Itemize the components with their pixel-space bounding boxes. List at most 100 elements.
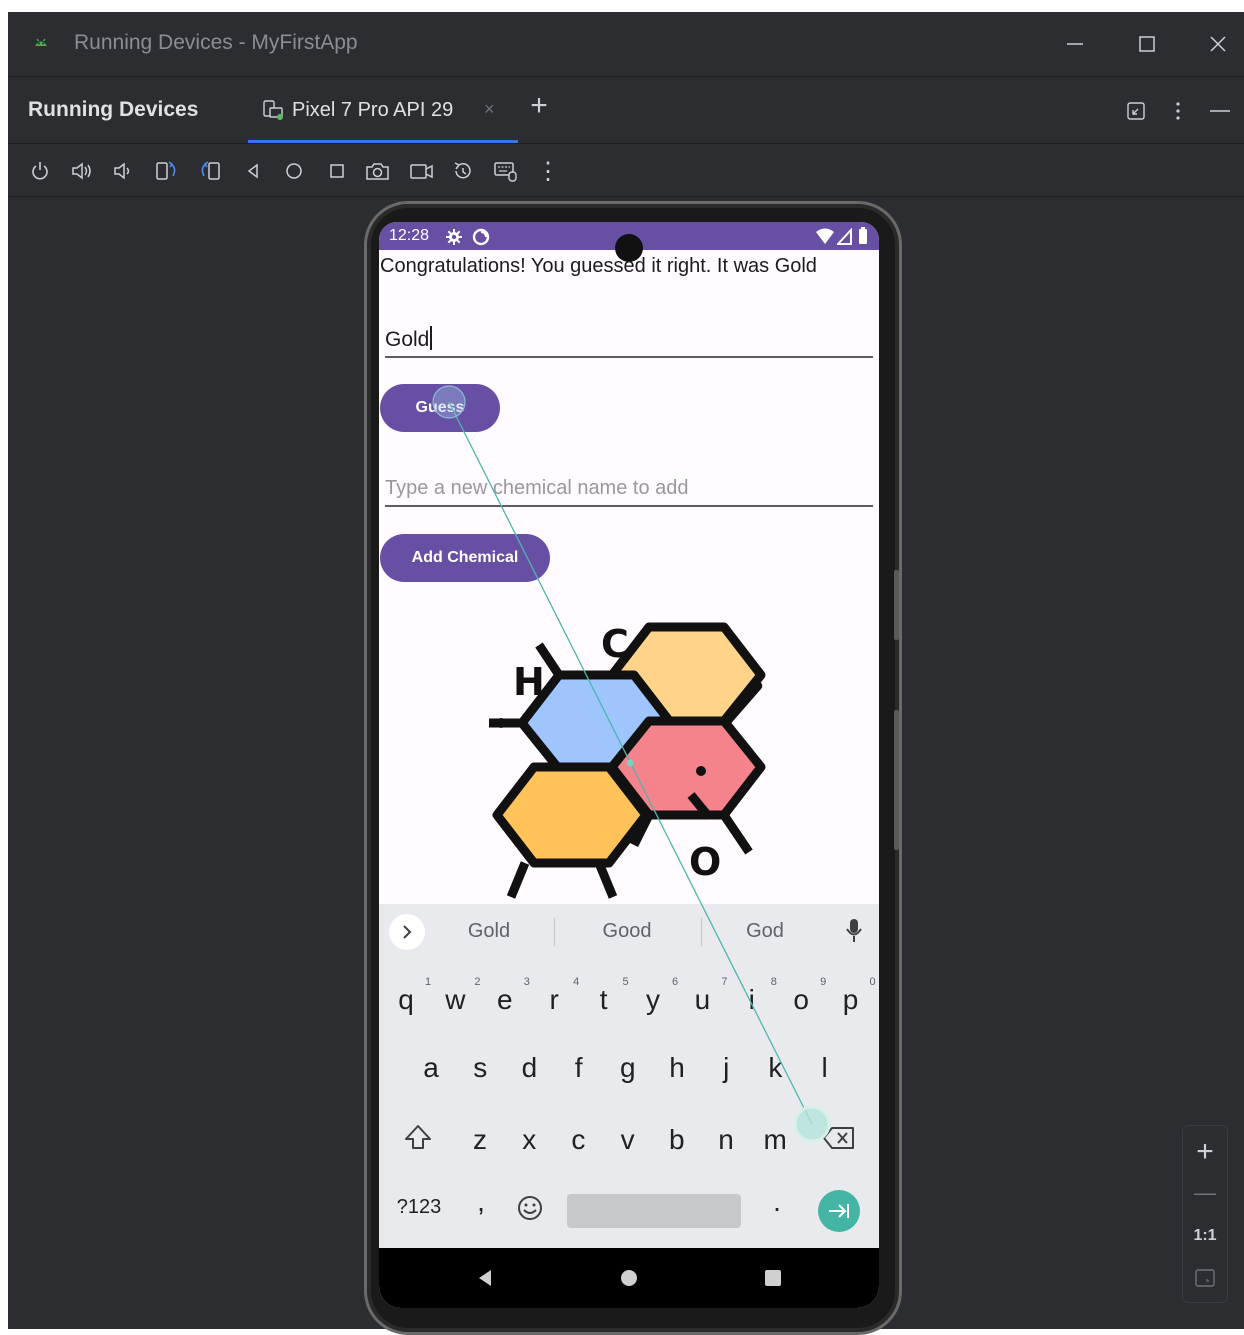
- back-button[interactable]: [239, 157, 267, 185]
- fit-screen-button[interactable]: [1183, 1260, 1227, 1296]
- signal-icon: [837, 228, 852, 245]
- key-hint-4: 4: [573, 976, 580, 988]
- key-h[interactable]: h: [657, 1052, 697, 1084]
- suggestion-3[interactable]: God: [729, 920, 801, 943]
- microphone-icon[interactable]: [845, 918, 863, 944]
- label-c: C: [601, 622, 629, 666]
- emulator-toolbar: ⋮: [8, 144, 1244, 197]
- more-actions-button[interactable]: ⋮: [534, 157, 562, 185]
- navigation-bar: [379, 1248, 879, 1308]
- zoom-out-button[interactable]: —: [1183, 1176, 1227, 1210]
- key-c[interactable]: c: [558, 1124, 598, 1156]
- volume-down-button[interactable]: [109, 157, 137, 185]
- nav-home-icon[interactable]: [619, 1268, 639, 1288]
- volume-down-icon: [114, 162, 130, 180]
- camera-icon: [366, 163, 389, 180]
- maximize-window-button[interactable]: [1127, 26, 1167, 62]
- reset-rotation-button[interactable]: [449, 157, 477, 185]
- key-r[interactable]: r: [534, 984, 574, 1016]
- restore-layout-button[interactable]: [1122, 97, 1150, 125]
- actual-size-button[interactable]: 1:1: [1183, 1218, 1227, 1254]
- key-t[interactable]: t: [584, 984, 624, 1016]
- key-hint-2: 2: [474, 976, 481, 988]
- key-k[interactable]: k: [755, 1052, 795, 1084]
- key-x[interactable]: x: [509, 1124, 549, 1156]
- key-s[interactable]: s: [460, 1052, 500, 1084]
- key-hint-9: 9: [820, 976, 827, 988]
- volume-up-button[interactable]: [68, 157, 96, 185]
- tab-pixel-7-pro[interactable]: Pixel 7 Pro API 29 ×: [248, 77, 518, 143]
- nav-overview-icon[interactable]: [763, 1268, 783, 1288]
- new-chemical-input[interactable]: Type a new chemical name to add: [385, 467, 873, 507]
- key-i[interactable]: i: [732, 984, 772, 1016]
- key-u[interactable]: u: [682, 984, 722, 1016]
- space-bar[interactable]: [567, 1194, 741, 1228]
- guess-button[interactable]: Guess: [380, 384, 500, 432]
- minimize-window-button[interactable]: [1055, 26, 1095, 62]
- period-key[interactable]: .: [757, 1186, 797, 1218]
- keyboard-mouse-button[interactable]: [492, 157, 520, 185]
- key-hint-1: 1: [424, 976, 432, 988]
- title-bar: Running Devices - MyFirstApp: [8, 12, 1244, 77]
- comma-key[interactable]: ,: [461, 1186, 501, 1218]
- close-window-button[interactable]: [1198, 26, 1238, 62]
- key-v[interactable]: v: [608, 1124, 648, 1156]
- device-volume-key[interactable]: [894, 710, 899, 850]
- device-power-key[interactable]: [894, 570, 899, 640]
- nav-back-icon[interactable]: [475, 1268, 495, 1288]
- rotate-left-button[interactable]: [153, 157, 181, 185]
- overview-button[interactable]: [323, 157, 351, 185]
- rotate-right-icon: [201, 161, 220, 180]
- status-time: 12:28: [389, 227, 430, 244]
- key-q[interactable]: q: [386, 984, 426, 1016]
- key-j[interactable]: j: [706, 1052, 746, 1084]
- key-hint-5: 5: [622, 976, 629, 988]
- symbols-key[interactable]: ?123: [389, 1196, 449, 1219]
- tool-window-options-button[interactable]: [1164, 97, 1192, 125]
- home-icon: [286, 163, 302, 179]
- suggestion-1[interactable]: Gold: [449, 920, 529, 943]
- key-e[interactable]: e: [485, 984, 525, 1016]
- key-f[interactable]: f: [559, 1052, 599, 1084]
- emoji-key[interactable]: [516, 1194, 544, 1222]
- rotate-right-button[interactable]: [196, 157, 224, 185]
- shift-key[interactable]: [403, 1122, 433, 1152]
- molecule-illustration: C H O: [489, 622, 766, 899]
- power-button[interactable]: [26, 157, 54, 185]
- screen-record-button[interactable]: [408, 157, 436, 185]
- key-a[interactable]: a: [411, 1052, 451, 1084]
- add-device-tab-button[interactable]: +: [524, 89, 554, 123]
- key-z[interactable]: z: [460, 1124, 500, 1156]
- maximize-icon: [1139, 36, 1155, 52]
- android-studio-icon: [35, 38, 47, 46]
- screenshot-button[interactable]: [364, 157, 392, 185]
- add-chemical-button[interactable]: Add Chemical: [380, 534, 550, 582]
- label-o: O: [689, 840, 721, 884]
- key-g[interactable]: g: [608, 1052, 648, 1084]
- keyboard-menu-button[interactable]: [389, 914, 425, 950]
- backspace-key[interactable]: [822, 1124, 856, 1152]
- key-p[interactable]: p: [831, 984, 871, 1016]
- reset-icon: [454, 162, 471, 179]
- enter-key[interactable]: [818, 1190, 860, 1232]
- key-y[interactable]: y: [633, 984, 673, 1016]
- key-hint-8: 8: [770, 976, 777, 988]
- back-icon: [247, 163, 258, 179]
- hide-tool-window-button[interactable]: [1206, 97, 1234, 125]
- key-hint-0: 0: [869, 976, 876, 988]
- device-icon: [263, 100, 283, 120]
- soft-keyboard: Gold Good God q1w2e3r4t5y6u7i8o9p0 asdfg…: [379, 904, 879, 1248]
- home-button[interactable]: [280, 157, 308, 185]
- suggestion-2[interactable]: Good: [584, 920, 670, 943]
- rotate-left-icon: [156, 161, 176, 180]
- zoom-in-button[interactable]: +: [1183, 1132, 1227, 1172]
- tab-close-button[interactable]: ×: [484, 99, 495, 120]
- key-w[interactable]: w: [435, 984, 475, 1016]
- key-l[interactable]: l: [805, 1052, 845, 1084]
- key-m[interactable]: m: [755, 1124, 795, 1156]
- guess-input[interactable]: Gold: [385, 314, 873, 358]
- key-d[interactable]: d: [509, 1052, 549, 1084]
- key-n[interactable]: n: [706, 1124, 746, 1156]
- key-o[interactable]: o: [781, 984, 821, 1016]
- key-b[interactable]: b: [657, 1124, 697, 1156]
